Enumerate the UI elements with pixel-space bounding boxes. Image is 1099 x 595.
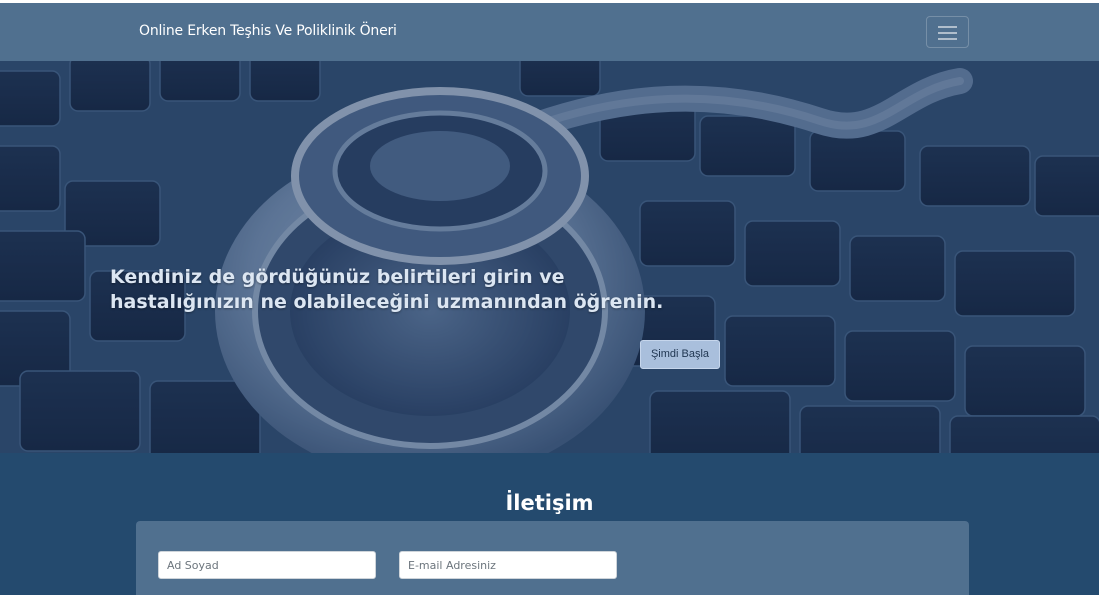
- navbar-toggler-button[interactable]: [926, 16, 969, 48]
- contact-title: İletişim: [505, 491, 594, 515]
- hero-section: Kendiniz de gördüğünüz belirtileri girin…: [0, 61, 1099, 453]
- name-input[interactable]: [158, 551, 376, 579]
- navbar-brand[interactable]: Online Erken Teşhis Ve Poliklinik Öneri: [139, 23, 397, 39]
- hero-overlay: [0, 61, 1099, 453]
- navbar: Online Erken Teşhis Ve Poliklinik Öneri: [0, 3, 1099, 61]
- hero-headline: Kendiniz de gördüğünüz belirtileri girin…: [110, 266, 664, 313]
- contact-form-card: [136, 521, 969, 595]
- start-now-button[interactable]: Şimdi Başla: [640, 340, 720, 369]
- email-input[interactable]: [399, 551, 617, 579]
- contact-section: İletişim: [0, 453, 1099, 595]
